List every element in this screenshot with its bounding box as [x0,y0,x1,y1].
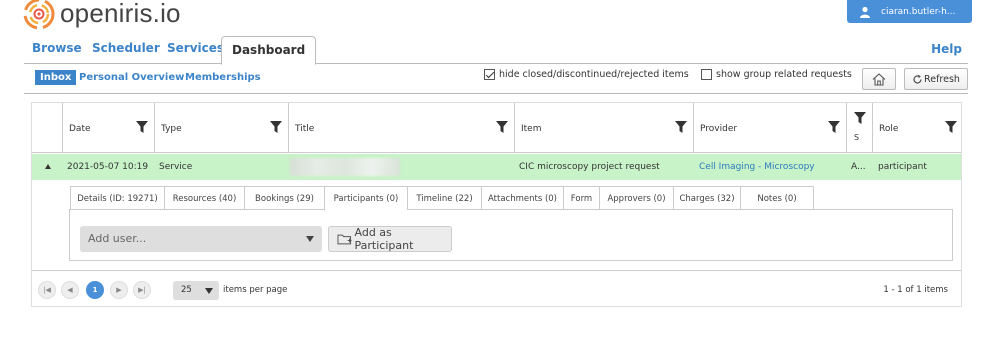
collapse-arrow-icon[interactable] [45,164,51,169]
refresh-button[interactable]: Refresh [904,68,968,90]
tab-browse[interactable]: Browse [32,41,82,55]
filter-icon[interactable] [136,121,148,133]
cell-type: Service [159,162,193,172]
page-size-label: items per page [223,285,288,295]
tab-timeline[interactable]: Timeline (22) [407,186,481,210]
filter-icon[interactable] [496,121,508,133]
grid-header: Date Type Title Item Provider S Role [32,103,961,153]
filter-icon[interactable] [828,121,840,133]
subtab-memberships[interactable]: Memberships [185,72,261,83]
chevron-down-icon [306,236,314,242]
user-name: ciaran.butler-h... [881,6,956,17]
logo-text: openiris.io [60,0,181,28]
filter-icon[interactable] [854,112,866,124]
tab-notes[interactable]: Notes (0) [740,186,814,210]
page-size-select[interactable]: 25 [173,281,219,300]
refresh-icon [913,74,922,84]
participants-panel: Add user... Add as Participant [69,209,953,261]
table-row[interactable]: 2021-05-07 10:19 Service CIC microscopy … [32,154,961,180]
cell-provider-link[interactable]: Cell Imaging - Microscopy [699,162,815,172]
help-link[interactable]: Help [931,42,962,56]
tab-resources[interactable]: Resources (40) [164,186,244,210]
header-item[interactable]: Item [514,103,693,153]
add-participant-button[interactable]: Add as Participant [328,226,452,252]
checkbox-unchecked[interactable] [701,69,712,80]
subtab-inbox[interactable]: Inbox [35,70,77,85]
checkbox-checked[interactable] [484,69,495,80]
tab-charges[interactable]: Charges (32) [673,186,740,210]
home-icon [872,72,886,86]
tab-approvers[interactable]: Approvers (0) [599,186,673,210]
filter-icon[interactable] [270,121,282,133]
sub-navigation: Inbox Personal Overview Memberships hide… [24,64,968,94]
page-number[interactable]: 1 [86,281,104,299]
cell-item: CIC microscopy project request [519,162,660,172]
header-role[interactable]: Role [872,103,961,153]
refresh-label: Refresh [924,73,960,85]
tab-dashboard[interactable]: Dashboard [221,36,317,65]
header-type[interactable]: Type [154,103,288,153]
logo[interactable]: openiris.io [22,0,181,32]
requests-grid: Date Type Title Item Provider S Role 202… [31,102,962,307]
hide-closed-checkbox[interactable]: hide closed/discontinued/rejected items [484,69,689,80]
pager-info: 1 - 1 of 1 items [883,285,948,295]
tab-services[interactable]: Services [167,41,224,55]
tab-details[interactable]: Details (ID: 19271) [70,186,164,210]
pager: |◀ ◀ 1 ▶ ▶| 25 items per page 1 - 1 of 1… [32,270,961,306]
header-date[interactable]: Date [62,103,154,153]
user-icon [860,6,870,18]
tab-attachments[interactable]: Attachments (0) [481,186,563,210]
header-title[interactable]: Title [288,103,514,153]
home-button[interactable] [862,68,896,90]
show-group-checkbox[interactable]: show group related requests [701,69,852,80]
cell-status: A... [851,162,866,172]
detail-panel: Details (ID: 19271) Resources (40) Booki… [32,180,961,268]
filter-icon[interactable] [675,121,687,133]
add-folder-icon [337,234,352,244]
tab-participants[interactable]: Participants (0) [324,186,407,211]
cell-title-redacted [290,158,400,176]
header-expand [32,103,62,153]
cell-date: 2021-05-07 10:19 [67,162,149,172]
cell-role: participant [878,162,927,172]
tab-bookings[interactable]: Bookings (29) [244,186,324,210]
tab-form[interactable]: Form [563,186,599,210]
show-group-label: show group related requests [716,69,852,80]
main-tabs: Browse Scheduler Services Dashboard Help [24,36,968,65]
next-page-icon[interactable]: ▶ [110,281,128,299]
hide-closed-label: hide closed/discontinued/rejected items [499,69,689,80]
add-user-placeholder: Add user... [88,232,147,245]
chevron-down-icon [205,288,213,294]
subtab-personal-overview[interactable]: Personal Overview [79,72,184,83]
prev-page-icon[interactable]: ◀ [61,281,79,299]
header-status[interactable]: S [846,103,872,153]
openiris-logo-icon [23,0,55,30]
header-provider[interactable]: Provider [693,103,846,153]
filter-icon[interactable] [945,121,957,133]
add-user-dropdown[interactable]: Add user... [80,226,322,252]
first-page-icon[interactable]: |◀ [38,281,56,299]
add-participant-label: Add as Participant [354,226,414,252]
last-page-icon[interactable]: ▶| [133,281,151,299]
tab-scheduler[interactable]: Scheduler [92,41,160,55]
page-size-value: 25 [181,285,192,295]
user-menu-button[interactable]: ciaran.butler-h... [847,0,972,23]
